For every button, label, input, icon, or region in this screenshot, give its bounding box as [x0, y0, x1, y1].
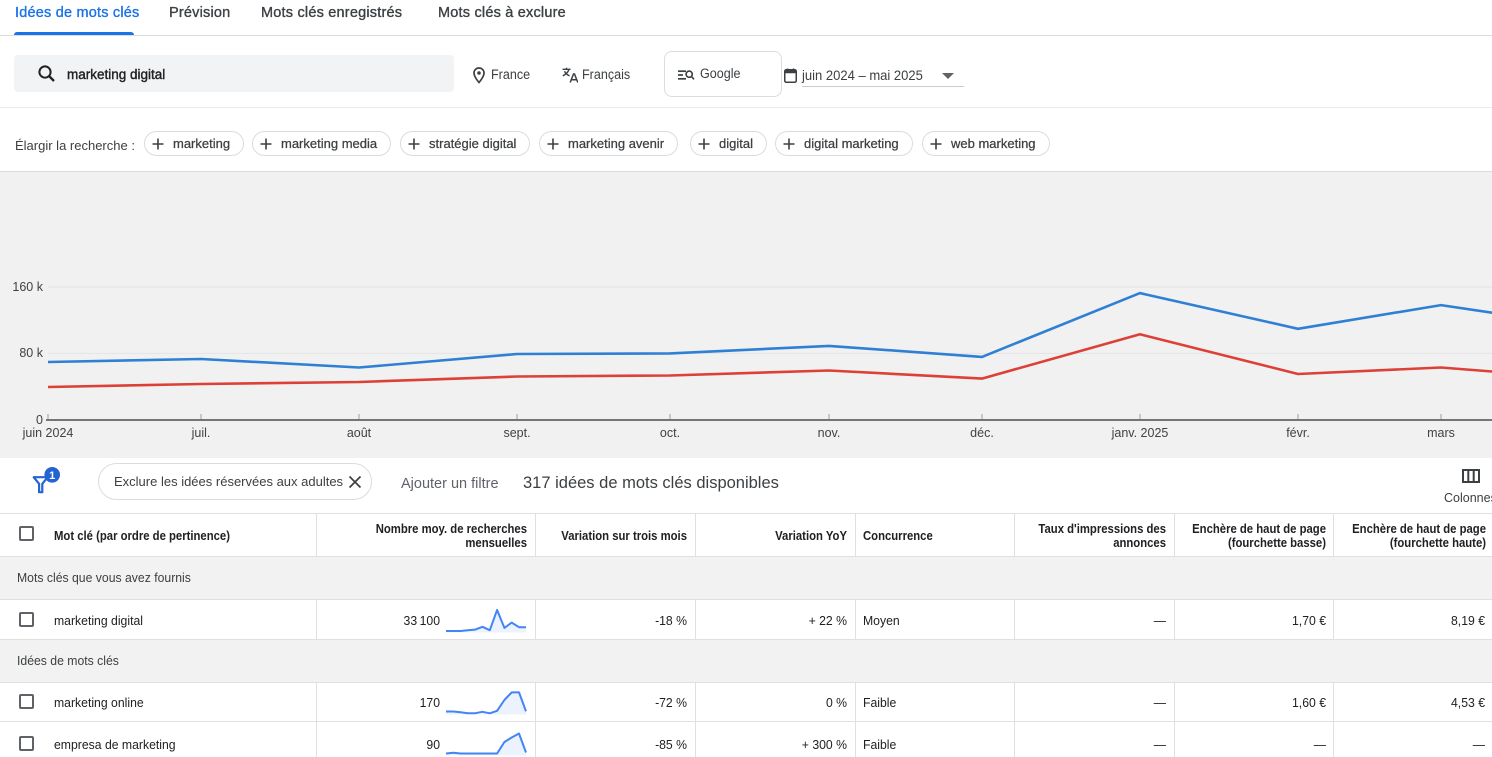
svg-text:1: 1	[49, 470, 55, 482]
